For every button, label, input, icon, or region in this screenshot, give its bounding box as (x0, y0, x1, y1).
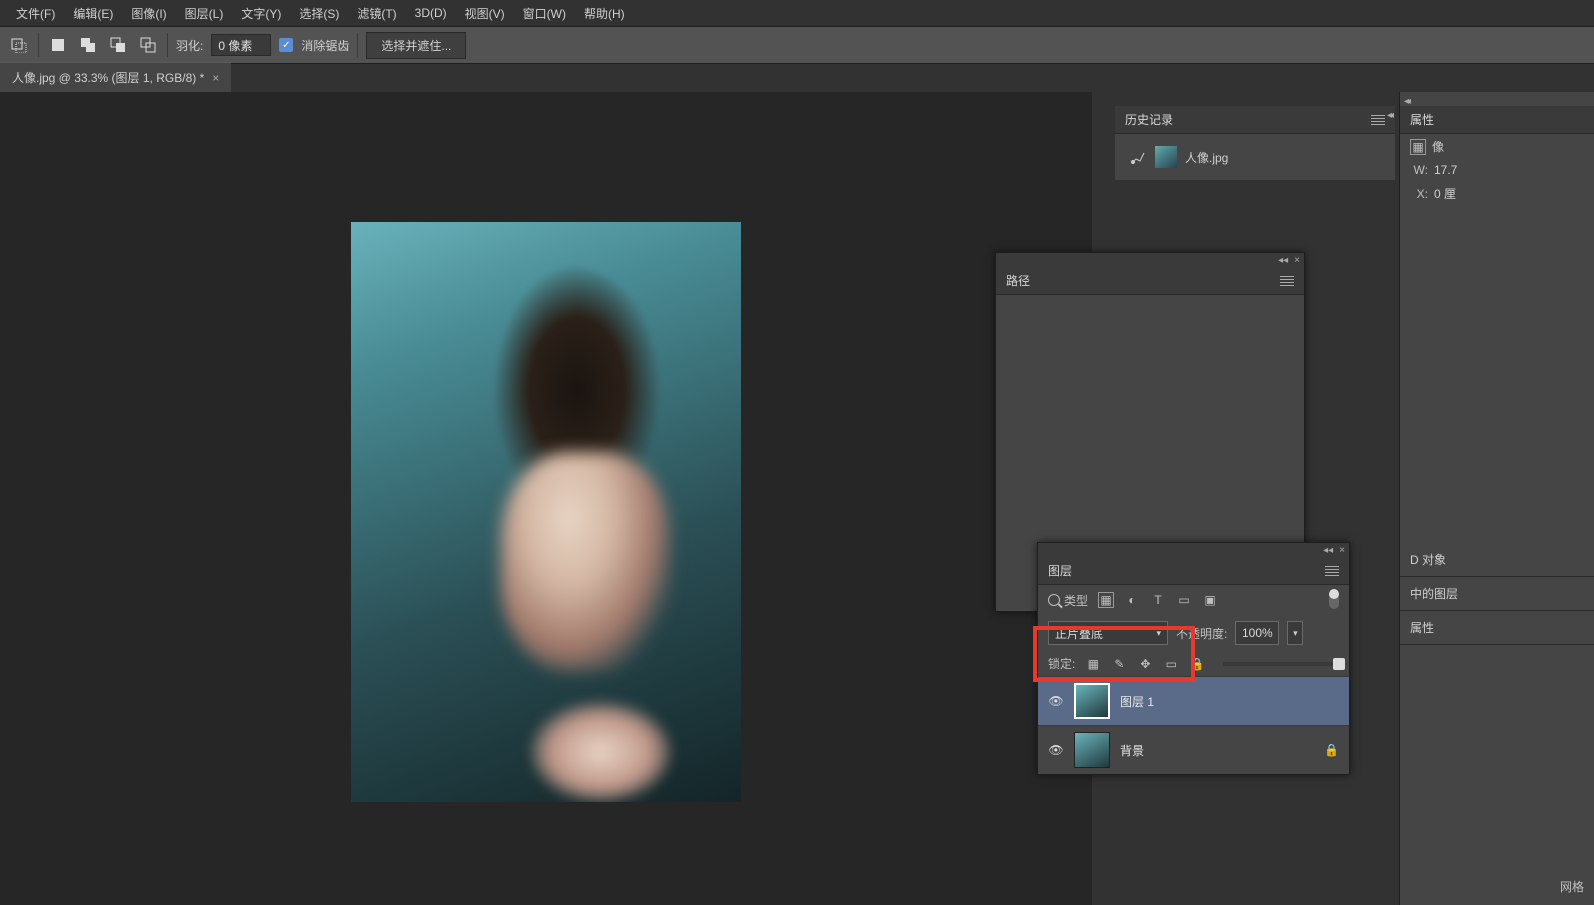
antialias-checkbox[interactable]: ✓ (279, 38, 293, 52)
selection-new-icon[interactable] (47, 34, 69, 56)
collapse-icon[interactable]: ◂◂ (1323, 545, 1333, 556)
menu-filter[interactable]: 滤镜(T) (349, 1, 404, 26)
menu-window[interactable]: 窗口(W) (515, 1, 574, 26)
canvas-image (351, 222, 741, 802)
lock-all-icon[interactable]: 🔒 (1189, 656, 1205, 672)
close-icon[interactable]: × (212, 71, 219, 85)
opacity-label: 不透明度: (1176, 625, 1227, 642)
panel-menu-icon[interactable] (1280, 276, 1294, 286)
layers-title: 图层 (1048, 562, 1072, 579)
rp-properties[interactable]: 属性 (1410, 619, 1434, 636)
layer-item[interactable]: 👁 背景 🔒 (1038, 725, 1349, 774)
layer-name[interactable]: 图层 1 (1120, 693, 1154, 710)
opacity-value[interactable]: 100% (1235, 621, 1279, 645)
history-item[interactable]: 人像.jpg (1121, 140, 1389, 174)
document-tab-title: 人像.jpg @ 33.3% (图层 1, RGB/8) * (12, 69, 204, 86)
panel-menu-icon[interactable] (1371, 115, 1385, 125)
width-label: W: (1410, 163, 1428, 177)
lock-transparent-icon[interactable]: ▦ (1085, 656, 1101, 672)
layer-name[interactable]: 背景 (1120, 742, 1144, 759)
fill-slider[interactable] (1223, 662, 1339, 666)
collapse-icon[interactable]: ◂◂ (1387, 110, 1391, 121)
blend-mode-select[interactable]: 正片叠底 ▾ (1048, 621, 1168, 645)
visibility-icon[interactable]: 👁 (1048, 693, 1064, 709)
x-label: X: (1410, 187, 1428, 201)
lock-label: 锁定: (1048, 655, 1075, 672)
layer-thumbnail[interactable] (1074, 732, 1110, 768)
canvas-area[interactable] (0, 92, 1092, 905)
rp-3d-objects[interactable]: D 对象 (1410, 551, 1446, 568)
close-icon[interactable]: × (1339, 545, 1345, 556)
history-title: 历史记录 (1125, 111, 1173, 128)
blend-mode-value: 正片叠底 (1055, 625, 1103, 642)
close-icon[interactable]: × (1294, 255, 1300, 266)
menu-select[interactable]: 选择(S) (291, 1, 347, 26)
lock-image-icon[interactable]: ✎ (1111, 656, 1127, 672)
feather-label: 羽化: (176, 37, 203, 54)
filter-smart-icon[interactable]: ▣ (1202, 592, 1218, 608)
width-value[interactable]: 17.7 (1434, 163, 1457, 177)
document-tabs: 人像.jpg @ 33.3% (图层 1, RGB/8) * × (0, 64, 1594, 92)
history-item-label: 人像.jpg (1185, 149, 1228, 166)
layers-panel: ◂◂ × 图层 类型 ▦ ◐ T ▭ ▣ 正片叠底 ▾ 不透明度: (1037, 542, 1350, 775)
select-and-mask-button[interactable]: 选择并遮住... (366, 32, 466, 59)
filter-pixel-icon[interactable]: ▦ (1098, 592, 1114, 608)
selection-add-icon[interactable] (77, 34, 99, 56)
document-tab[interactable]: 人像.jpg @ 33.3% (图层 1, RGB/8) * × (0, 62, 231, 92)
antialias-label: 消除锯齿 (301, 37, 349, 54)
x-value[interactable]: 0 厘 (1434, 185, 1456, 202)
layer-filter-type[interactable]: 类型 (1048, 592, 1088, 609)
rp-layers-in[interactable]: 中的图层 (1410, 585, 1458, 602)
feather-input[interactable] (211, 34, 271, 56)
lock-position-icon[interactable]: ✥ (1137, 656, 1153, 672)
menu-help[interactable]: 帮助(H) (576, 1, 633, 26)
lock-artboard-icon[interactable]: ▭ (1163, 656, 1179, 672)
menu-3d[interactable]: 3D(D) (407, 2, 455, 24)
pixel-label: 像 (1432, 138, 1444, 155)
menu-file[interactable]: 文件(F) (8, 1, 63, 26)
lock-icon: 🔒 (1324, 743, 1339, 757)
visibility-icon[interactable]: 👁 (1048, 742, 1064, 758)
pixel-layer-icon: ▦ (1410, 139, 1426, 155)
collapse-icon[interactable]: ◂◂ (1404, 96, 1408, 107)
chevron-down-icon: ▾ (1156, 628, 1161, 639)
filter-shape-icon[interactable]: ▭ (1176, 592, 1192, 608)
menu-type[interactable]: 文字(Y) (233, 1, 289, 26)
filter-toggle[interactable] (1329, 591, 1339, 609)
menu-edit[interactable]: 编辑(E) (65, 1, 121, 26)
layer-item[interactable]: 👁 图层 1 (1038, 676, 1349, 725)
search-icon (1048, 594, 1060, 606)
properties-title: 属性 (1410, 111, 1434, 128)
selection-intersect-icon[interactable] (137, 34, 159, 56)
selection-subtract-icon[interactable] (107, 34, 129, 56)
menu-layer[interactable]: 图层(L) (177, 1, 232, 26)
opacity-dropdown[interactable]: ▾ (1287, 621, 1303, 645)
layer-list: 👁 图层 1 👁 背景 🔒 (1038, 676, 1349, 774)
menu-view[interactable]: 视图(V) (457, 1, 513, 26)
panel-menu-icon[interactable] (1325, 566, 1339, 576)
filter-adjustment-icon[interactable]: ◐ (1124, 592, 1140, 608)
menu-image[interactable]: 图像(I) (123, 1, 174, 26)
tool-preset-icon[interactable] (8, 34, 30, 56)
options-bar: 羽化: ✓ 消除锯齿 选择并遮住... (0, 26, 1594, 64)
layer-thumbnail[interactable] (1074, 683, 1110, 719)
menu-bar: 文件(F) 编辑(E) 图像(I) 图层(L) 文字(Y) 选择(S) 滤镜(T… (0, 0, 1594, 26)
history-panel: ◂◂ 历史记录 人像.jpg (1115, 106, 1395, 180)
footer-grid-label: 网格 (1560, 878, 1584, 895)
history-brush-icon (1129, 148, 1147, 166)
properties-panel: ◂◂ 属性 ▦ 像 W: 17.7 X: 0 厘 D 对象 中的图层 属性 网格 (1399, 92, 1594, 905)
paths-title: 路径 (1006, 272, 1030, 289)
collapse-icon[interactable]: ◂◂ (1278, 255, 1288, 266)
filter-type-icon[interactable]: T (1150, 592, 1166, 608)
history-thumbnail (1155, 146, 1177, 168)
